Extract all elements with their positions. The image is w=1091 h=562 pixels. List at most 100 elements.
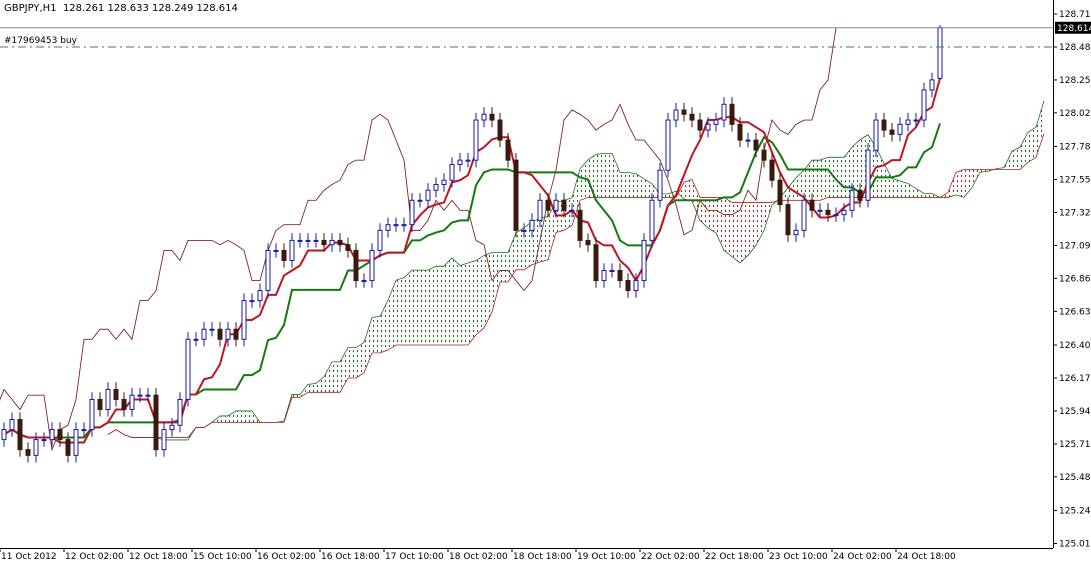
time-axis[interactable]: 11 Oct 2012 12 Oct 02:00 12 Oct 18:00 15 Oc… — [0, 548, 1053, 562]
cloud-segment — [604, 153, 612, 198]
senkou-span-b-line — [107, 133, 1045, 438]
candle — [793, 223, 799, 242]
cloud-segment — [596, 153, 604, 198]
candle-body — [889, 129, 895, 135]
candle — [217, 322, 223, 347]
cloud-segment — [500, 252, 508, 282]
price-tick-label: 125.245 — [1059, 507, 1091, 517]
price-tick-label: 126.635 — [1059, 307, 1091, 317]
cloud-segment — [1036, 100, 1044, 158]
candle-body — [937, 27, 943, 79]
candle-body — [377, 229, 383, 251]
candle — [721, 97, 727, 128]
candle-body — [193, 338, 199, 341]
time-tick-label: 16 Oct 02:00 — [257, 552, 316, 562]
candle-body — [825, 209, 831, 216]
candle-body — [73, 429, 79, 456]
candle-body — [929, 79, 935, 91]
price-tick-label: 128.250 — [1059, 76, 1091, 86]
candle — [601, 263, 607, 288]
candle-body — [569, 209, 575, 212]
candle-body — [633, 280, 639, 292]
time-tick-label: 23 Oct 10:00 — [769, 552, 828, 562]
candle — [369, 243, 375, 288]
cloud-segment — [964, 169, 972, 198]
candle-body — [105, 388, 111, 411]
candle-body — [57, 429, 63, 441]
candle-body — [841, 209, 847, 216]
candle-body — [113, 388, 119, 400]
cloud-segment — [372, 316, 380, 353]
price-tick-label: 128.020 — [1059, 109, 1091, 119]
candle-body — [473, 119, 479, 161]
cloud-segment — [332, 361, 340, 393]
candle — [193, 332, 199, 347]
cloud-segment — [820, 157, 828, 201]
candle-body — [121, 398, 127, 411]
candle-body — [897, 123, 903, 135]
candle-body — [433, 184, 439, 191]
candle-body — [849, 189, 855, 211]
candle — [457, 153, 463, 172]
cloud-segment — [540, 216, 548, 262]
price-tick-label: 127.325 — [1059, 208, 1091, 218]
time-tick-label: 12 Oct 02:00 — [65, 552, 124, 562]
candle-body — [89, 398, 95, 431]
candle — [481, 107, 487, 128]
cloud-segment — [316, 376, 324, 393]
candle-body — [529, 219, 535, 231]
candle — [153, 388, 159, 457]
candle — [921, 82, 927, 128]
candle — [97, 392, 103, 417]
price-tick-label: 127.555 — [1059, 176, 1091, 186]
candle-body — [593, 244, 599, 282]
candle — [689, 107, 695, 128]
price-chart[interactable]: 128.710 128.480 128.250 128.020 127.785 127.5… — [0, 0, 1091, 562]
price-axis[interactable]: 128.710 128.480 128.250 128.020 127.785 127.5… — [1053, 0, 1091, 549]
candle — [361, 273, 367, 288]
candle — [881, 112, 887, 138]
chart-header: GBPJPY,H1 128.261 128.633 128.249 128.61… — [4, 3, 238, 14]
cloud-segment — [428, 266, 436, 346]
candle-body — [217, 328, 223, 340]
candle-body — [737, 123, 743, 141]
order-line-label[interactable]: #17969453 buy — [4, 36, 77, 46]
candle-body — [209, 328, 215, 331]
candle — [897, 117, 903, 142]
cloud-segment — [404, 270, 412, 346]
time-tick-label: 16 Oct 18:00 — [321, 552, 380, 562]
time-tick-label: 11 Oct 2012 — [1, 552, 57, 562]
price-tick-label: 127.095 — [1059, 241, 1091, 251]
candle — [609, 263, 615, 278]
candle — [441, 173, 447, 192]
candle-body — [489, 113, 495, 121]
candle-body — [313, 239, 319, 242]
candle-body — [513, 159, 519, 231]
time-tick-label: 22 Oct 18:00 — [705, 552, 764, 562]
candle — [593, 237, 599, 288]
candle-body — [385, 224, 391, 231]
cloud-segment — [324, 361, 332, 393]
candle-body — [681, 109, 687, 115]
cloud-segment — [620, 172, 628, 198]
candle-body — [49, 429, 55, 441]
candle — [417, 193, 423, 208]
candle — [401, 217, 407, 232]
candle-body — [457, 159, 463, 165]
candle-body — [921, 89, 927, 121]
candle — [577, 203, 583, 248]
candle — [1, 422, 7, 447]
candle-body — [225, 328, 231, 340]
candle — [17, 412, 23, 457]
candle — [937, 25, 943, 81]
candle-body — [353, 249, 359, 282]
cloud-segment — [236, 410, 244, 423]
candle-body — [289, 239, 295, 261]
candle-body — [865, 149, 871, 201]
candle — [201, 322, 207, 347]
cloud-segment — [396, 277, 404, 346]
candle — [833, 207, 839, 222]
candle-body — [33, 439, 39, 456]
candle-body — [777, 179, 783, 206]
cloud-segment — [444, 257, 452, 346]
